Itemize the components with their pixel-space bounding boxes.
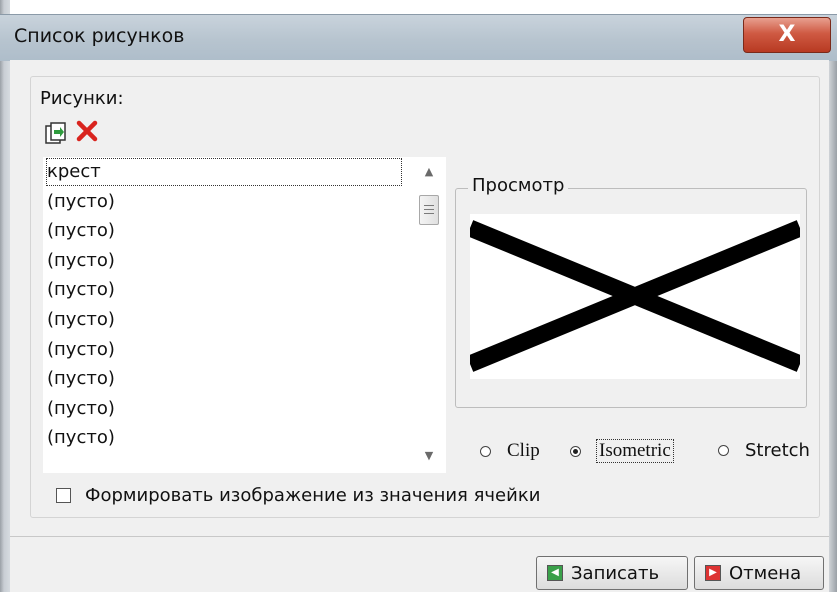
window-left-border <box>0 0 10 592</box>
radio-isometric[interactable]: Isometric <box>570 439 674 463</box>
list-scrollbar[interactable]: ▲ ▼ <box>413 157 446 473</box>
cancel-button[interactable]: ▶ Отмена <box>694 556 824 590</box>
grip-line <box>424 213 434 214</box>
save-button[interactable]: ◀ Записать <box>536 556 688 590</box>
pictures-list[interactable]: крест (пусто) (пусто) (пусто) (пусто) (п… <box>43 157 446 473</box>
scroll-up-arrow-icon[interactable]: ▲ <box>423 165 435 178</box>
list-item[interactable]: (пусто) <box>43 364 403 394</box>
list-item[interactable]: (пусто) <box>43 216 403 246</box>
cell-value-checkbox-row[interactable]: Формировать изображение из значения ячей… <box>56 485 540 506</box>
list-item[interactable]: (пусто) <box>43 423 403 453</box>
add-picture-icon[interactable] <box>43 121 69 147</box>
delete-icon[interactable] <box>74 118 100 144</box>
separator <box>10 536 829 537</box>
list-item[interactable]: крест <box>45 157 403 187</box>
list-item[interactable]: (пусто) <box>43 275 403 305</box>
radio-button[interactable] <box>718 445 729 456</box>
pictures-label: Рисунки: <box>40 88 124 109</box>
preview-image <box>470 214 800 379</box>
cancel-icon: ▶ <box>705 565 721 581</box>
save-button-label: Записать <box>571 562 660 584</box>
radio-stretch[interactable]: Stretch <box>718 440 810 461</box>
window-right-border <box>829 60 837 592</box>
window-title: Список рисунков <box>14 25 185 47</box>
list-item[interactable]: (пусто) <box>43 305 403 335</box>
cancel-button-label: Отмена <box>729 562 802 584</box>
radio-button[interactable] <box>480 445 491 457</box>
title-bar[interactable]: Список рисунков X <box>0 14 837 61</box>
list-item[interactable]: (пусто) <box>43 187 403 217</box>
scroll-thumb[interactable] <box>419 195 439 225</box>
cell-value-checkbox[interactable] <box>56 488 71 503</box>
list-item[interactable]: (пусто) <box>43 335 403 365</box>
cell-value-checkbox-label: Формировать изображение из значения ячей… <box>85 485 541 506</box>
close-button[interactable]: X <box>743 17 831 53</box>
radio-clip-label: Clip <box>507 440 540 461</box>
radio-clip[interactable]: Clip <box>480 440 540 462</box>
grip-line <box>424 205 434 206</box>
list-item[interactable]: (пусто) <box>43 394 403 424</box>
grip-line <box>424 209 434 210</box>
dialog-window: Список рисунков X Рисунки: крест (пусто)… <box>0 0 837 592</box>
close-icon: X <box>778 22 796 47</box>
save-icon: ◀ <box>547 565 563 581</box>
dialog-client-area: Рисунки: крест (пусто) (пусто) (пусто) (… <box>10 60 829 592</box>
preview-legend: Просмотр <box>468 175 569 196</box>
radio-button[interactable] <box>570 445 581 457</box>
radio-stretch-label: Stretch <box>745 440 810 461</box>
scroll-down-arrow-icon[interactable]: ▼ <box>423 449 435 462</box>
radio-isometric-label: Isometric <box>596 439 674 463</box>
list-item[interactable]: (пусто) <box>43 246 403 276</box>
